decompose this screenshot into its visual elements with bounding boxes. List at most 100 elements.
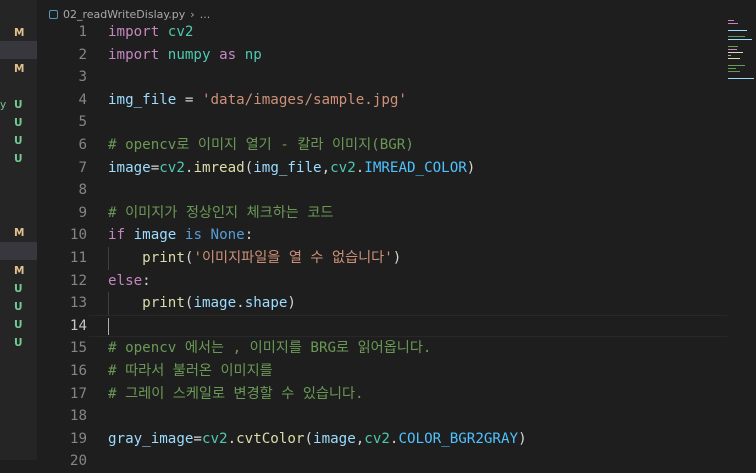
code-token: # 그레이 스케일로 변경할 수 있습니다. <box>108 385 364 402</box>
code-line[interactable]: 16 # 따라서 불러온 이미지를 <box>37 360 717 383</box>
code-line[interactable]: 5 <box>37 111 717 134</box>
code-token: ) <box>392 249 402 266</box>
code-text[interactable]: # opencv로 이미지 열기 - 칼라 이미지(BGR) <box>108 134 414 157</box>
line-number: 8 <box>78 182 87 199</box>
code-token: 'data/images/sample.jpg' <box>201 91 407 108</box>
code-editor[interactable]: 02_readWriteDislay.py › ... 1 import cv2 2… <box>37 0 756 469</box>
explorer-file-row[interactable] <box>0 41 37 59</box>
explorer-file-row[interactable]: M <box>0 60 37 78</box>
line-number: 14 <box>69 317 87 334</box>
minimap-line <box>728 36 745 37</box>
breadcrumb[interactable]: 02_readWriteDislay.py › ... <box>49 6 210 22</box>
code-line[interactable]: 17 # 그레이 스케일로 변경할 수 있습니다. <box>37 383 717 406</box>
code-token: # 따라서 불러온 이미지를 <box>108 362 273 379</box>
explorer-file-row[interactable] <box>0 242 37 260</box>
minimap-line <box>728 23 738 25</box>
line-number: 9 <box>78 204 87 221</box>
code-line[interactable]: 15 # opencv 에서는 , 이미지를 BRG로 읽어옵니다. <box>37 337 717 360</box>
explorer-file-row[interactable]: U <box>0 298 37 316</box>
code-text[interactable]: # opencv 에서는 , 이미지를 BRG로 읽어옵니다. <box>108 337 431 360</box>
line-number: 13 <box>69 295 87 312</box>
minimap-line <box>728 39 752 41</box>
code-text[interactable]: # 따라서 불러온 이미지를 <box>108 360 273 383</box>
code-text[interactable]: else: <box>108 270 151 293</box>
code-token: cv2 <box>167 24 194 40</box>
code-line[interactable]: 3 <box>37 66 717 89</box>
breadcrumb-file[interactable]: 02_readWriteDislay.py <box>63 8 185 21</box>
code-text[interactable]: image=cv2.imread(img_file,cv2.IMREAD_COL… <box>108 157 475 180</box>
code-token: = <box>150 159 160 176</box>
code-line[interactable]: 12 else: <box>37 270 717 293</box>
code-token: image <box>193 295 237 312</box>
git-status-badge: M <box>14 227 25 239</box>
code-text[interactable]: import cv2 <box>108 21 193 44</box>
code-token: , <box>355 430 365 447</box>
minimap[interactable] <box>726 20 756 100</box>
minimap-line <box>728 45 739 47</box>
line-number: 17 <box>69 385 87 402</box>
line-number: 3 <box>78 69 87 86</box>
code-line[interactable]: 18 <box>37 405 717 428</box>
code-line[interactable]: 10 if image is None: <box>37 224 717 247</box>
code-line[interactable]: 11 print('이미지파일을 열 수 없습니다') <box>37 246 717 270</box>
breadcrumb-more[interactable]: ... <box>200 8 211 21</box>
code-text[interactable]: print(image.shape) <box>108 292 296 315</box>
line-number: 19 <box>69 430 87 447</box>
explorer-file-row[interactable]: U <box>0 316 37 334</box>
explorer-file-row[interactable]: M <box>0 224 37 242</box>
code-text[interactable]: # 이미지가 정상인지 체크하는 코드 <box>108 202 333 225</box>
code-line[interactable]: 20 <box>37 450 717 473</box>
git-status-badge: U <box>14 99 23 111</box>
explorer-file-row[interactable]: M <box>0 24 37 42</box>
code-token: : <box>244 227 254 244</box>
git-status-badge: U <box>14 301 23 313</box>
git-status-badge: U <box>14 153 23 165</box>
explorer-file-row[interactable]: U <box>0 132 37 150</box>
code-text[interactable]: import numpy as np <box>108 44 262 67</box>
code-token: ) <box>518 430 527 447</box>
code-line[interactable]: 14 <box>37 314 727 338</box>
code-line[interactable]: 7 image=cv2.imread(img_file,cv2.IMREAD_CO… <box>37 157 717 180</box>
explorer-file-row[interactable]: U <box>0 334 37 352</box>
explorer-file-row[interactable]: U <box>0 114 37 132</box>
code-token: . <box>236 295 245 312</box>
code-line[interactable]: 9 # 이미지가 정상인지 체크하는 코드 <box>37 202 717 225</box>
code-token: None <box>210 227 245 244</box>
code-token: , <box>321 159 331 176</box>
code-line[interactable]: 6 # opencv로 이미지 열기 - 칼라 이미지(BGR) <box>37 134 717 157</box>
code-token: gray_image <box>108 430 194 447</box>
code-token: shape <box>244 295 288 312</box>
code-line[interactable]: 2 import numpy as np <box>37 44 717 67</box>
code-line[interactable]: 13 print(image.shape) <box>37 292 717 315</box>
explorer-file-row[interactable]: U <box>0 150 37 168</box>
code-line[interactable]: 1 import cv2 <box>37 21 717 44</box>
line-number: 12 <box>69 272 87 289</box>
explorer-file-row[interactable]: U <box>0 280 37 298</box>
code-text[interactable]: img_file = 'data/images/sample.jpg' <box>108 89 407 112</box>
git-status-badge: U <box>14 337 23 349</box>
line-number: 2 <box>78 46 87 63</box>
explorer-file-row[interactable]: yU <box>0 96 37 114</box>
code-text[interactable]: # 그레이 스케일로 변경할 수 있습니다. <box>108 383 364 406</box>
code-line[interactable]: 8 <box>37 179 717 202</box>
code-token: ( <box>304 430 314 447</box>
line-number: 16 <box>69 362 87 379</box>
code-text[interactable]: print('이미지파일을 열 수 없습니다') <box>108 247 401 270</box>
chevron-right-icon: › <box>190 7 195 21</box>
code-line[interactable]: 4 img_file = 'data/images/sample.jpg' <box>37 89 717 112</box>
code-lines[interactable]: 1 import cv2 2 import numpy as np 3 4 img_file… <box>37 21 727 473</box>
file-name-fragment: y <box>0 99 7 111</box>
minimap-line <box>728 20 734 21</box>
code-token: img_file <box>253 159 322 176</box>
code-token: COLOR_BGR2GRAY <box>398 430 519 447</box>
explorer-file-row[interactable]: M <box>0 262 37 280</box>
code-text[interactable]: gray_image=cv2.cvtColor(image,cv2.COLOR_… <box>108 428 527 451</box>
code-token: . <box>355 159 365 176</box>
code-text[interactable]: if image is None: <box>108 224 253 247</box>
code-line[interactable]: 19 gray_image=cv2.cvtColor(image,cv2.COLO… <box>37 428 717 451</box>
code-token: = <box>193 430 202 447</box>
code-token: print <box>142 249 185 266</box>
